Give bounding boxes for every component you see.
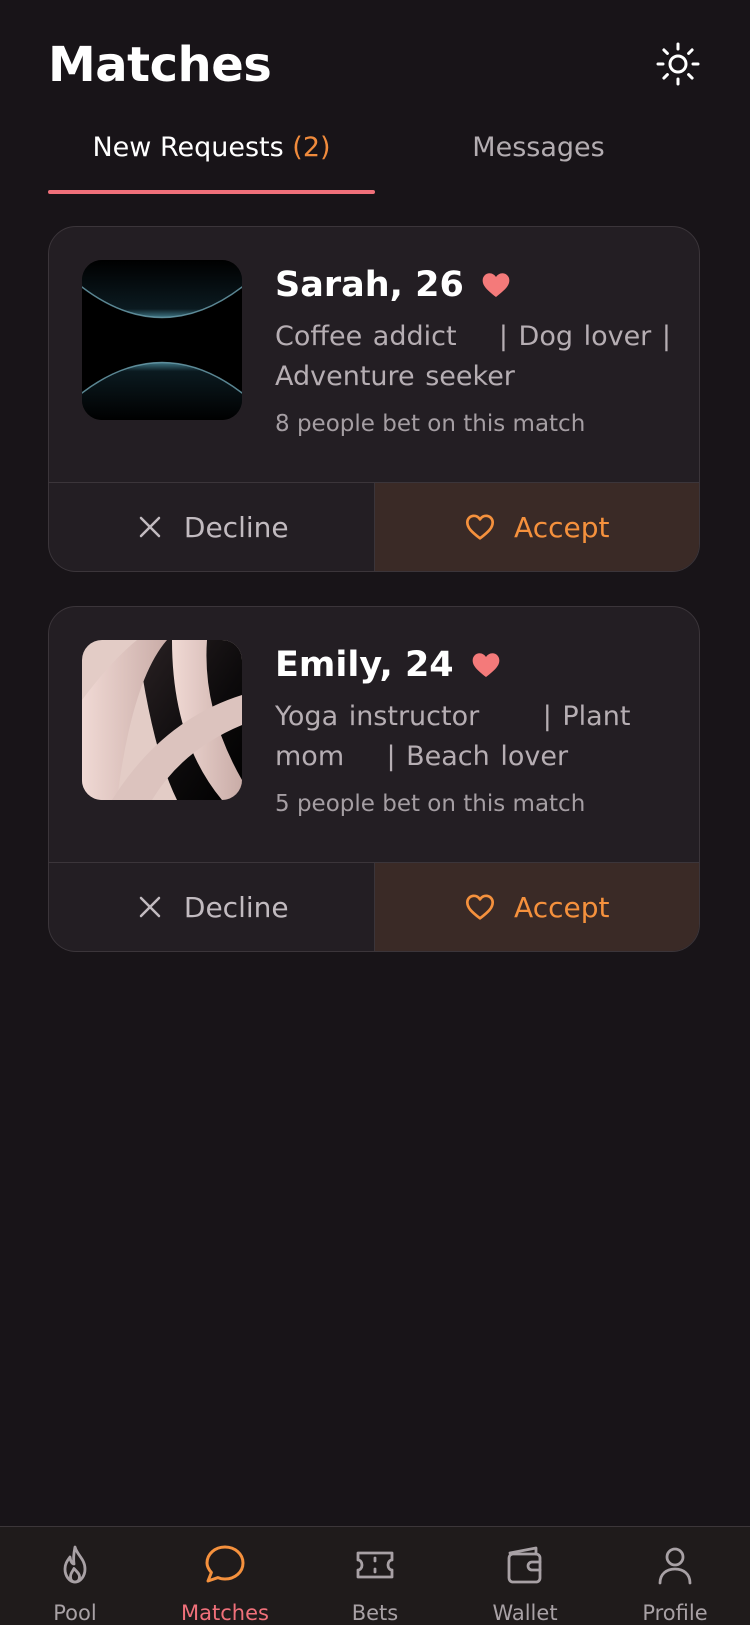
header: Matches bbox=[48, 30, 702, 100]
match-bio: Yoga instructor | Plant mom | Beach love… bbox=[275, 701, 631, 772]
nav-item-pool[interactable]: Pool bbox=[0, 1543, 150, 1625]
match-bio: Coffee addict | Dog lover | Adventure se… bbox=[275, 321, 671, 392]
decline-button[interactable]: Decline bbox=[49, 863, 375, 951]
ticket-icon bbox=[356, 1551, 394, 1579]
heart-icon bbox=[472, 653, 500, 677]
theme-toggle-button[interactable] bbox=[654, 40, 702, 88]
match-bet-count: 5 people bet on this match bbox=[275, 791, 586, 817]
page-title: Matches bbox=[48, 37, 272, 93]
accept-button[interactable]: Accept bbox=[374, 863, 699, 951]
heart-outline-icon bbox=[466, 514, 495, 540]
nav-item-profile[interactable]: Profile bbox=[600, 1543, 750, 1625]
match-actions: Decline Accept bbox=[49, 862, 699, 951]
decline-label: Decline bbox=[183, 510, 289, 544]
nav-item-bets[interactable]: Bets bbox=[300, 1543, 450, 1625]
tab-new-requests-label: New Requests bbox=[92, 132, 284, 163]
user-icon bbox=[658, 1547, 692, 1585]
match-name: Emily, 24 bbox=[275, 645, 454, 685]
profile-photo[interactable] bbox=[82, 640, 242, 800]
match-card: Sarah, 26 Coffee addict | Dog lover | Ad… bbox=[48, 226, 700, 572]
accept-label: Accept bbox=[514, 890, 610, 924]
active-tab-indicator bbox=[48, 190, 375, 194]
profile-photo-image bbox=[82, 640, 242, 800]
nav-label-pool: Pool bbox=[53, 1601, 97, 1625]
nav-item-wallet[interactable]: Wallet bbox=[450, 1543, 600, 1625]
chat-bubble-icon bbox=[205, 1545, 245, 1583]
profile-photo-image bbox=[82, 260, 242, 420]
match-bet-count: 8 people bet on this match bbox=[275, 411, 586, 437]
tab-messages-label: Messages bbox=[472, 132, 605, 163]
close-icon bbox=[139, 516, 161, 538]
wallet-icon bbox=[507, 1546, 542, 1584]
decline-label: Decline bbox=[183, 890, 289, 924]
nav-label-bets: Bets bbox=[351, 1601, 399, 1625]
nav-label-profile: Profile bbox=[642, 1601, 708, 1625]
accept-button[interactable]: Accept bbox=[374, 483, 699, 571]
match-info: Emily, 24 Yoga instructor | Plant mom | … bbox=[275, 637, 675, 821]
tab-new-requests-count: (2) bbox=[292, 132, 331, 163]
match-info: Sarah, 26 Coffee addict | Dog lover | Ad… bbox=[275, 257, 675, 441]
tab-messages[interactable]: Messages bbox=[375, 120, 702, 194]
heart-outline-icon bbox=[466, 894, 495, 920]
flame-icon bbox=[63, 1545, 87, 1584]
tab-new-requests[interactable]: New Requests (2) bbox=[48, 120, 375, 194]
decline-button[interactable]: Decline bbox=[49, 483, 375, 571]
match-actions: Decline Accept bbox=[49, 482, 699, 571]
heart-icon bbox=[482, 273, 510, 297]
nav-item-matches[interactable]: Matches bbox=[150, 1543, 300, 1625]
match-card: Emily, 24 Yoga instructor | Plant mom | … bbox=[48, 606, 700, 952]
profile-photo[interactable] bbox=[82, 260, 242, 420]
tab-bar: New Requests (2) Messages bbox=[48, 120, 702, 194]
nav-label-matches: Matches bbox=[181, 1601, 269, 1625]
close-icon bbox=[139, 896, 161, 918]
match-name: Sarah, 26 bbox=[275, 265, 464, 305]
accept-label: Accept bbox=[514, 510, 610, 544]
nav-label-wallet: Wallet bbox=[492, 1601, 558, 1625]
bottom-nav: Pool Matches Bets Wallet Profile bbox=[0, 1526, 750, 1625]
sun-icon bbox=[656, 42, 700, 86]
